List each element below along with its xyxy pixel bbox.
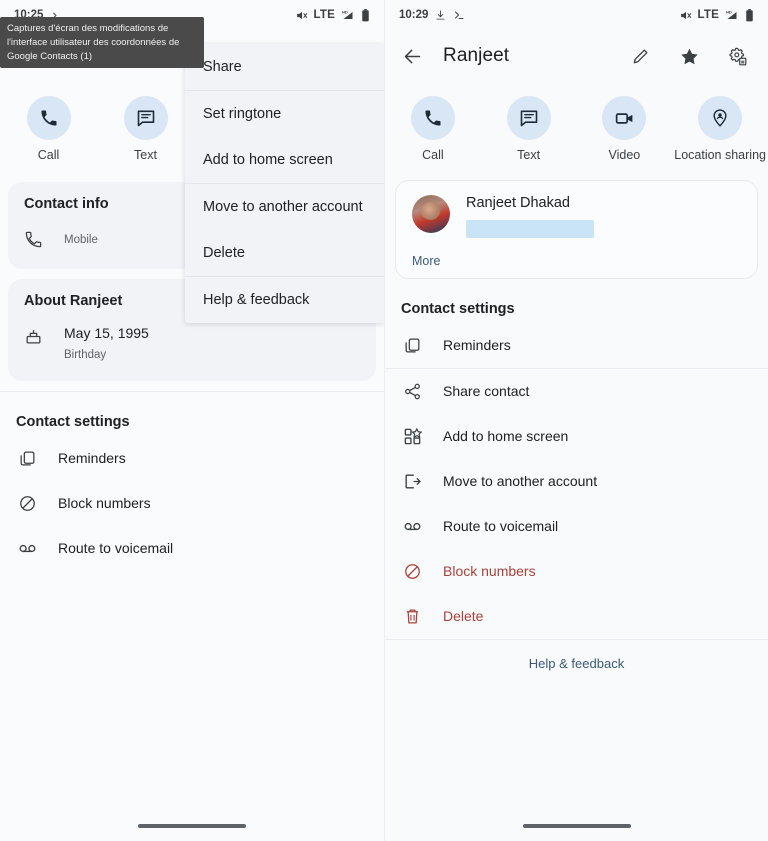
action-label: Location sharing: [674, 148, 766, 162]
avatar: [412, 194, 450, 233]
contact-settings-button[interactable]: [724, 43, 750, 69]
battery-icon: [361, 8, 370, 22]
move-account-icon: [401, 472, 423, 491]
terminal-icon: [453, 9, 465, 21]
action-video[interactable]: Video: [577, 96, 673, 164]
status-bar-right: 10:29 LTE HD: [385, 0, 768, 30]
phone-icon: [26, 96, 71, 140]
menu-item-delete[interactable]: Delete: [185, 230, 384, 276]
signal-icon: HD: [341, 9, 355, 21]
menu-item-help-feedback[interactable]: Help & feedback: [185, 277, 384, 323]
list-item-block-numbers[interactable]: Block numbers: [385, 549, 768, 594]
action-call[interactable]: Call: [0, 96, 97, 164]
overflow-menu: Share Set ringtone Add to home screen Mo…: [185, 44, 384, 323]
action-label: Text: [517, 148, 541, 162]
watermark: [364, 809, 368, 819]
edit-contact-button[interactable]: [628, 43, 654, 69]
list-item-reminders[interactable]: Reminders: [0, 436, 384, 481]
list-item-label: Route to voicemail: [58, 540, 174, 557]
action-label: Video: [608, 148, 641, 162]
contact-summary-card[interactable]: Ranjeet Dhakad More: [395, 179, 758, 279]
page-title: Ranjeet: [443, 45, 510, 66]
trash-icon: [401, 607, 423, 626]
menu-item-move-to-another-account[interactable]: Move to another account: [185, 184, 384, 230]
contact-settings-title: Contact settings: [16, 413, 130, 430]
phone-icon: [410, 96, 455, 140]
reminders-icon: [401, 336, 423, 355]
mute-icon: [679, 9, 692, 22]
list-item-route-voicemail[interactable]: Route to voicemail: [385, 504, 768, 549]
tooltip-overlay: Captures d'écran des modifications de l'…: [0, 17, 204, 69]
list-item-share-contact[interactable]: Share contact: [385, 369, 768, 414]
arrow-back-icon[interactable]: [399, 43, 425, 69]
voicemail-icon: [16, 539, 38, 558]
action-label: Text: [134, 148, 157, 162]
contact-name: Ranjeet Dhakad: [466, 194, 570, 211]
menu-item-add-to-home-screen[interactable]: Add to home screen: [185, 137, 384, 183]
svg-text:HD: HD: [342, 10, 348, 15]
cake-icon: [24, 325, 46, 346]
signal-icon: HD: [725, 9, 739, 21]
contact-settings-title: Contact settings: [401, 300, 515, 317]
action-text[interactable]: Text: [97, 96, 194, 164]
list-item-label: Block numbers: [443, 563, 536, 580]
birthday-row[interactable]: May 15, 1995 Birthday: [24, 323, 360, 365]
list-item-block-numbers[interactable]: Block numbers: [0, 481, 384, 526]
block-icon: [401, 562, 423, 581]
menu-item-share[interactable]: Share: [185, 44, 384, 90]
list-item-label: Block numbers: [58, 495, 151, 512]
block-icon: [16, 494, 38, 513]
birthday-value: May 15, 1995: [64, 324, 149, 341]
action-text[interactable]: Text: [481, 96, 577, 164]
action-location-sharing[interactable]: Location sharing: [672, 96, 768, 164]
svg-text:HD: HD: [726, 10, 732, 15]
left-phone-screen: 10:25 LTE HD Ran: [0, 0, 384, 841]
list-item-label: Reminders: [443, 337, 511, 354]
action-label: Call: [37, 148, 60, 162]
list-item-label: Add to home screen: [443, 428, 569, 445]
more-link[interactable]: More: [412, 254, 741, 268]
network-type-label: LTE: [313, 9, 335, 21]
list-item-label: Share contact: [443, 383, 530, 400]
video-icon: [602, 96, 647, 140]
voicemail-icon: [401, 517, 423, 536]
download-icon: [435, 9, 446, 21]
home-indicator[interactable]: [138, 824, 246, 828]
quick-actions-right: Call Text Video Location sharing: [385, 82, 768, 176]
list-item-route-voicemail[interactable]: Route to voicemail: [0, 526, 384, 571]
home-screen-icon: [401, 427, 423, 446]
birthday-label: Birthday: [64, 348, 107, 361]
list-item-delete[interactable]: Delete: [385, 594, 768, 639]
favorite-button[interactable]: [676, 43, 702, 69]
reminders-icon: [16, 449, 38, 468]
network-type-label: LTE: [697, 9, 719, 21]
list-item-label: Delete: [443, 608, 484, 625]
battery-icon: [745, 8, 754, 22]
status-time: 10:29: [399, 9, 429, 21]
list-item-move-to-another-account[interactable]: Move to another account: [385, 459, 768, 504]
action-label: Call: [422, 148, 444, 162]
watermark: [748, 809, 752, 819]
screenshot-root: 10:25 LTE HD Ran: [0, 0, 768, 841]
help-feedback-link[interactable]: Help & feedback: [385, 640, 768, 687]
share-icon: [401, 382, 423, 401]
list-item-reminders[interactable]: Reminders: [385, 323, 768, 368]
phone-type-label: Mobile: [64, 233, 98, 246]
action-call[interactable]: Call: [385, 96, 481, 164]
list-item-add-to-home-screen[interactable]: Add to home screen: [385, 414, 768, 459]
right-phone-screen: 10:29 LTE HD Ranjeet Call Text Video Loc…: [384, 0, 768, 841]
message-icon: [506, 96, 551, 140]
list-item-label: Reminders: [58, 450, 126, 467]
list-item-label: Move to another account: [443, 473, 598, 490]
phone-icon: [24, 228, 46, 249]
app-bar-right: Ranjeet: [385, 30, 768, 82]
list-item-label: Route to voicemail: [443, 518, 559, 535]
menu-item-set-ringtone[interactable]: Set ringtone: [185, 91, 384, 137]
contact-detail-redacted: [466, 219, 594, 238]
home-indicator[interactable]: [522, 824, 631, 828]
mute-icon: [295, 9, 308, 22]
location-pin-icon: [698, 96, 743, 140]
message-icon: [123, 96, 168, 140]
